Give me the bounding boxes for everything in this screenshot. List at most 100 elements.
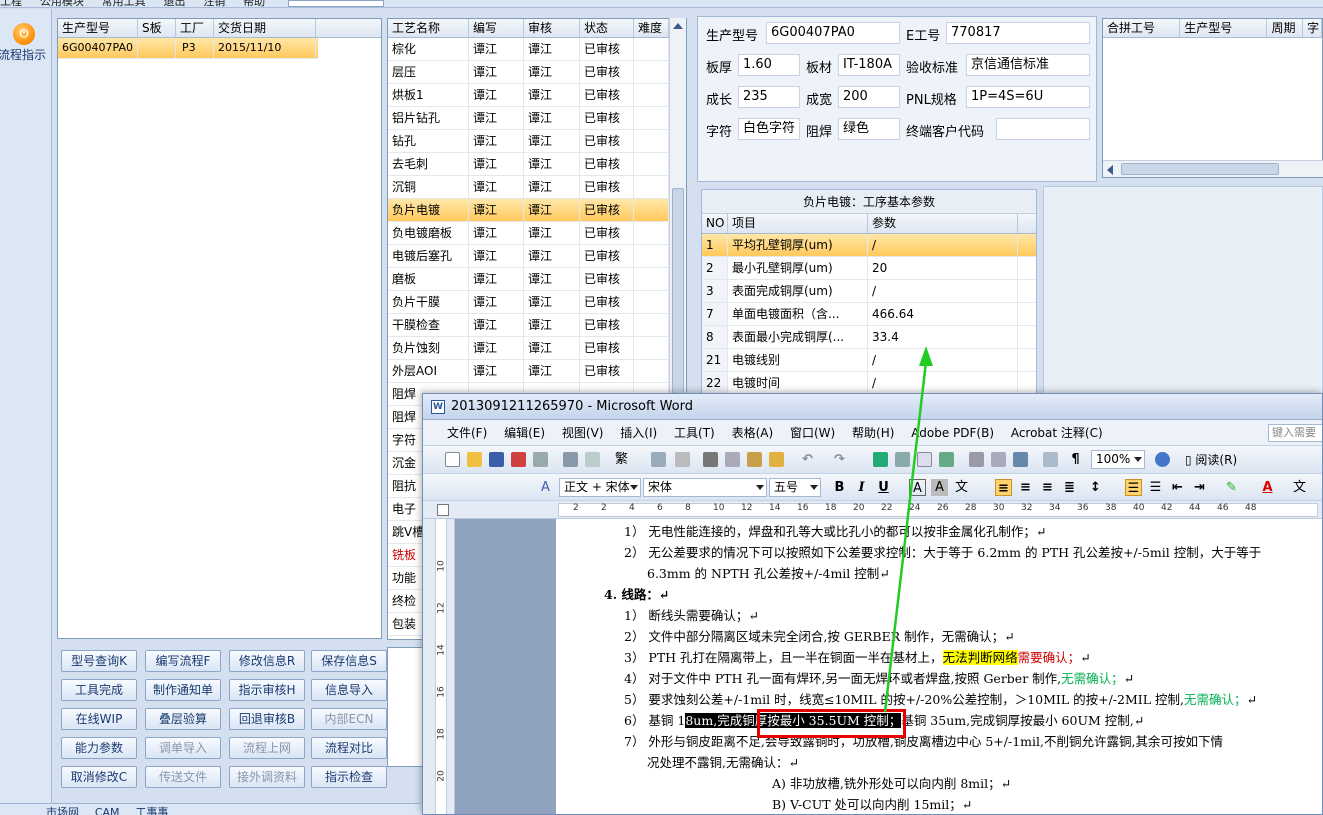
tab-engineering[interactable]: 工事事 bbox=[129, 804, 174, 815]
align-right-icon[interactable]: ≡ bbox=[1039, 479, 1056, 496]
menu-help[interactable]: 帮助 bbox=[243, 0, 265, 7]
action-button[interactable]: 取消修改C bbox=[61, 766, 137, 788]
col-merge-no[interactable]: 合拼工号 bbox=[1103, 19, 1181, 37]
trad-simp-icon[interactable]: 繁 bbox=[613, 451, 630, 468]
horizontal-ruler[interactable]: 2 2 4 6 8 10 12 14 16 18 20 22 24 26 28 30 32 34 36 38 40 42 4… bbox=[423, 501, 1322, 519]
styles-icon[interactable]: A bbox=[537, 479, 554, 496]
table-row[interactable]: 外层AOI 谭江 谭江 已审核 bbox=[388, 360, 686, 383]
table-row[interactable]: 2 最小孔壁铜厚(um) 20 bbox=[702, 257, 1036, 280]
research-icon[interactable] bbox=[651, 452, 666, 467]
table-row[interactable]: 负片干膜 谭江 谭江 已审核 bbox=[388, 291, 686, 314]
table-row[interactable]: 电镀后塞孔 谭江 谭江 已审核 bbox=[388, 245, 686, 268]
action-button[interactable]: 编写流程F bbox=[145, 650, 221, 672]
italic-icon[interactable]: I bbox=[853, 479, 870, 496]
col-process-name[interactable]: 工艺名称 bbox=[388, 19, 469, 37]
cut-icon[interactable] bbox=[703, 452, 718, 467]
field-e-no[interactable]: 770817 bbox=[946, 22, 1090, 44]
table-row[interactable]: 负片电镀 谭江 谭江 已审核 bbox=[388, 199, 686, 222]
action-button[interactable]: 调单导入 bbox=[145, 737, 221, 759]
print-icon[interactable] bbox=[533, 452, 548, 467]
word-menu-help[interactable]: 帮助(H) bbox=[852, 426, 894, 440]
word-ask-input[interactable]: 键入需要 bbox=[1268, 424, 1322, 442]
translate-icon[interactable] bbox=[675, 452, 690, 467]
table-row[interactable]: 7 单面电镀面积（含... 466.64 bbox=[702, 303, 1036, 326]
table-row[interactable]: 1 平均孔壁铜厚(um) / bbox=[702, 234, 1036, 257]
char-scale-icon[interactable]: 文 bbox=[953, 479, 970, 496]
col-writer[interactable]: 编写 bbox=[469, 19, 524, 37]
bullets-icon[interactable]: ☰ bbox=[1147, 479, 1164, 496]
table-row[interactable]: 去毛刺 谭江 谭江 已审核 bbox=[388, 153, 686, 176]
increase-indent-icon[interactable]: ⇥ bbox=[1191, 479, 1208, 496]
field-mask[interactable]: 绿色 bbox=[838, 118, 900, 140]
numbering-icon[interactable]: ☰ bbox=[1125, 479, 1142, 496]
col-reviewer[interactable]: 审核 bbox=[524, 19, 580, 37]
action-button[interactable]: 指示检查 bbox=[311, 766, 387, 788]
tab-selector-icon[interactable] bbox=[437, 504, 449, 516]
reading-layout-button[interactable]: ▯ 阅读(R) bbox=[1179, 451, 1237, 469]
menu-project[interactable]: 工程 bbox=[0, 0, 22, 7]
tab-cam[interactable]: CAM bbox=[89, 806, 126, 815]
col-char[interactable]: 字 bbox=[1303, 19, 1322, 37]
menu-common-modules[interactable]: 公用模块 bbox=[40, 0, 84, 7]
field-thickness[interactable]: 1.60 bbox=[738, 54, 800, 76]
document-page[interactable]: 1） 无电性能连接的，焊盘和孔等大或比孔小的都可以按非金属化孔制作；↵ 2） 无… bbox=[556, 519, 1322, 814]
table-row[interactable]: 磨板 谭江 谭江 已审核 bbox=[388, 268, 686, 291]
table-row[interactable]: 钻孔 谭江 谭江 已审核 bbox=[388, 130, 686, 153]
char-border-icon[interactable]: A bbox=[909, 479, 926, 496]
tab-market[interactable]: 市场网 bbox=[40, 804, 85, 815]
action-button[interactable]: 指示审核H bbox=[229, 679, 305, 701]
action-button[interactable]: 修改信息R bbox=[229, 650, 305, 672]
action-button[interactable]: 叠层验算 bbox=[145, 708, 221, 730]
col-s-board[interactable]: S板 bbox=[138, 19, 176, 37]
action-button[interactable]: 制作通知单 bbox=[145, 679, 221, 701]
font-select[interactable]: 宋体 bbox=[643, 478, 767, 497]
table-row[interactable]: 干膜检查 谭江 谭江 已审核 bbox=[388, 314, 686, 337]
redo-icon[interactable]: ↷ bbox=[831, 451, 848, 468]
tables-borders-icon[interactable] bbox=[895, 452, 910, 467]
zoom-select[interactable]: 100% bbox=[1091, 450, 1145, 469]
action-button[interactable]: 流程对比 bbox=[311, 737, 387, 759]
paste-icon[interactable] bbox=[747, 452, 762, 467]
menu-common-tools[interactable]: 常用工具 bbox=[102, 0, 146, 7]
action-button[interactable]: 信息导入 bbox=[311, 679, 387, 701]
col-no[interactable]: NO bbox=[702, 214, 728, 233]
char-shading-icon[interactable]: A bbox=[931, 479, 948, 496]
drawing-icon[interactable] bbox=[991, 452, 1006, 467]
table-row[interactable]: 层压 谭江 谭江 已审核 bbox=[388, 61, 686, 84]
save-icon[interactable] bbox=[489, 452, 504, 467]
action-button[interactable]: 回退审核B bbox=[229, 708, 305, 730]
table-row[interactable]: 负电镀磨板 谭江 谭江 已审核 bbox=[388, 222, 686, 245]
print-preview-icon[interactable] bbox=[563, 452, 578, 467]
col-difficulty[interactable]: 难度 bbox=[634, 19, 669, 37]
col-status[interactable]: 状态 bbox=[580, 19, 634, 37]
table-row[interactable]: 22 电镀时间 / bbox=[702, 372, 1036, 395]
doc-map-icon[interactable] bbox=[1013, 452, 1028, 467]
col-item[interactable]: 项目 bbox=[728, 214, 868, 233]
field-accept-std[interactable]: 京信通信标准 bbox=[966, 54, 1090, 76]
action-button[interactable]: 保存信息S bbox=[311, 650, 387, 672]
memo-box[interactable] bbox=[387, 647, 427, 767]
undo-icon[interactable]: ↶ bbox=[799, 451, 816, 468]
word-menu-window[interactable]: 窗口(W) bbox=[790, 426, 835, 440]
line-spacing-icon[interactable]: ↕ bbox=[1087, 479, 1104, 496]
merge-hscrollbar[interactable] bbox=[1103, 160, 1323, 177]
hyperlink-icon[interactable] bbox=[873, 452, 888, 467]
bold-icon[interactable]: B bbox=[831, 479, 848, 496]
top-search-input[interactable] bbox=[288, 0, 384, 7]
font-color-icon[interactable]: A bbox=[1259, 479, 1276, 496]
col-merge-model[interactable]: 生产型号 bbox=[1180, 19, 1268, 37]
table-row[interactable]: 负片蚀刻 谭江 谭江 已审核 bbox=[388, 337, 686, 360]
word-menu-table[interactable]: 表格(A) bbox=[732, 426, 774, 440]
menu-logout[interactable]: 注销 bbox=[203, 0, 225, 7]
field-width[interactable]: 200 bbox=[838, 86, 900, 108]
action-button[interactable]: 传送文件 bbox=[145, 766, 221, 788]
underline-icon[interactable]: U bbox=[875, 479, 892, 496]
scroll-up-icon[interactable] bbox=[673, 23, 683, 29]
action-button[interactable]: 接外调资料 bbox=[229, 766, 305, 788]
decrease-indent-icon[interactable]: ⇤ bbox=[1169, 479, 1186, 496]
table-row[interactable]: 烘板1 谭江 谭江 已审核 bbox=[388, 84, 686, 107]
align-center-icon[interactable]: ≡ bbox=[1017, 479, 1034, 496]
paragraph-mark-icon[interactable]: ¶ bbox=[1067, 451, 1084, 468]
word-menu-acrobat[interactable]: Acrobat 注释(C) bbox=[1011, 426, 1103, 440]
table-row[interactable]: 棕化 谭江 谭江 已审核 bbox=[388, 38, 686, 61]
